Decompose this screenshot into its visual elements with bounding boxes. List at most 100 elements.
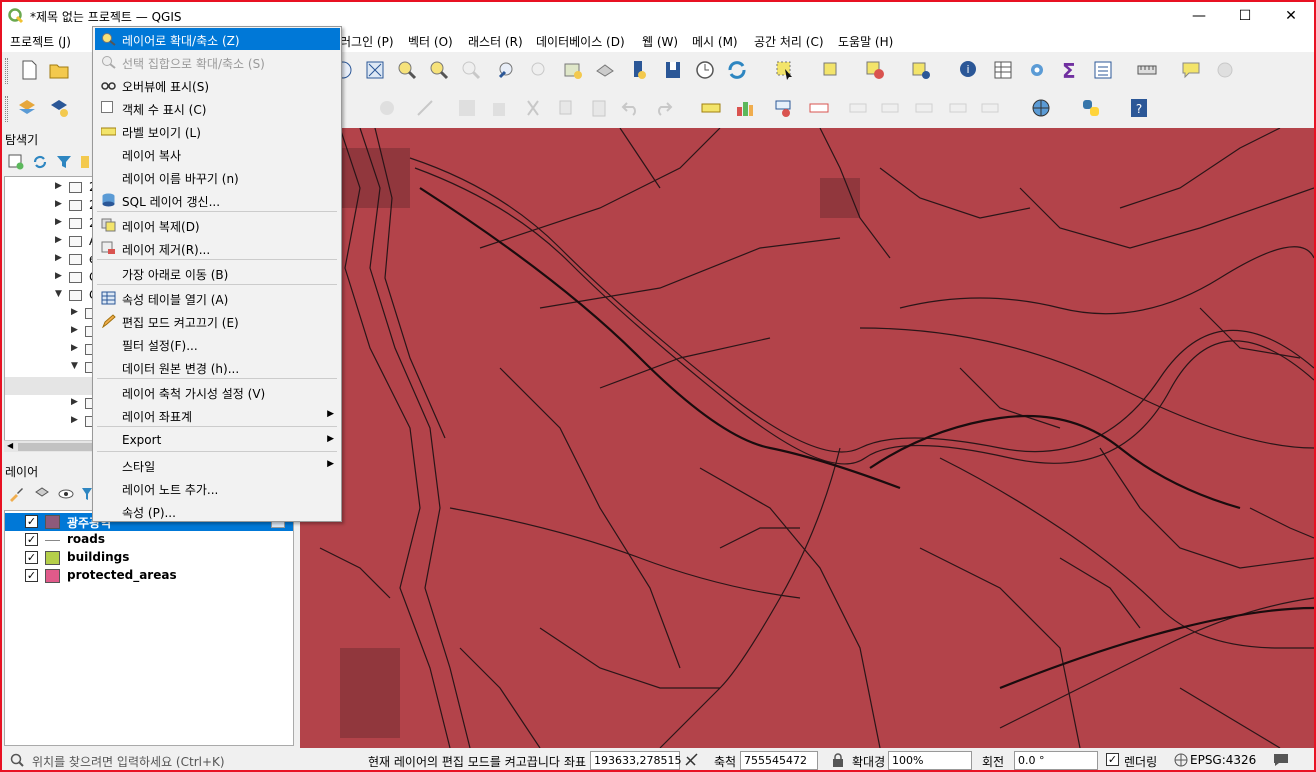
menu-scale-visibility[interactable]: 레이어 축척 가시성 설정 (V): [95, 381, 340, 403]
python-console-icon[interactable]: [1080, 97, 1102, 119]
save-edits-icon[interactable]: [456, 97, 478, 119]
menu-filter[interactable]: 필터 설정(F)...: [95, 333, 340, 355]
select-features-icon[interactable]: [774, 59, 796, 81]
magnifier-spinbox[interactable]: 100%: [888, 751, 972, 770]
menu-rename-layer[interactable]: 레이어 이름 바꾸기 (n): [95, 166, 340, 188]
lock-icon[interactable]: [832, 753, 844, 767]
menu-copy-layer[interactable]: 레이어 복사: [95, 143, 340, 165]
help-icon[interactable]: ?: [1128, 97, 1150, 119]
menu-duplicate-layer[interactable]: 레이어 복제(D): [95, 214, 340, 236]
menu-vector[interactable]: 벡터 (O): [408, 33, 453, 50]
paste-icon[interactable]: [588, 97, 610, 119]
menu-help[interactable]: 도움말 (H): [838, 33, 893, 50]
data-source-manager-icon[interactable]: [16, 97, 38, 119]
attribute-table-icon[interactable]: [992, 59, 1014, 81]
globe-plugin-icon[interactable]: [1030, 97, 1052, 119]
menu-export[interactable]: Export ▶: [95, 429, 340, 451]
menu-project[interactable]: 프로젝트 (J): [10, 33, 71, 50]
redo-icon[interactable]: [652, 97, 674, 119]
close-button[interactable]: ✕: [1268, 2, 1314, 30]
menu-zoom-to-selection[interactable]: 선택 집합으로 확대/축소 (S): [95, 51, 340, 73]
refresh-browser-icon[interactable]: [32, 154, 48, 170]
open-project-icon[interactable]: [48, 59, 70, 81]
measure-line-icon[interactable]: [1136, 59, 1158, 81]
show-location-icon[interactable]: [910, 59, 932, 81]
menu-show-labels[interactable]: 라벨 보이기 (L): [95, 120, 340, 142]
map-canvas[interactable]: [300, 128, 1314, 748]
menu-move-to-bottom[interactable]: 가장 아래로 이동 (B): [95, 262, 340, 284]
menu-add-layer-notes[interactable]: 레이어 노트 추가...: [95, 477, 340, 499]
rotation-spinbox[interactable]: 0.0 °: [1014, 751, 1098, 770]
menu-mesh[interactable]: 메시 (M): [692, 33, 738, 50]
show-bookmarks-icon[interactable]: [594, 59, 616, 81]
checkbox-icon[interactable]: [101, 101, 113, 113]
menu-show-in-overview[interactable]: 오버뷰에 표시(S): [95, 74, 340, 96]
add-icon[interactable]: [8, 154, 24, 170]
menu-zoom-to-layer[interactable]: 레이어로 확대/축소 (Z): [95, 28, 340, 50]
layer-checkbox[interactable]: ✓: [25, 569, 38, 582]
menu-database[interactable]: 데이터베이스 (D): [536, 33, 625, 50]
visibility-eye-icon[interactable]: [58, 486, 74, 502]
attributes-list-icon[interactable]: [1092, 59, 1114, 81]
menu-web[interactable]: 웹 (W): [642, 33, 678, 50]
crs-globe-icon[interactable]: [1174, 753, 1188, 767]
menu-change-data-source[interactable]: 데이터 원본 변경 (h)...: [95, 356, 340, 378]
digitize-icon[interactable]: [376, 97, 398, 119]
locator-search-input[interactable]: 위치를 찾으려면 입력하세요 (Ctrl+K): [32, 753, 225, 770]
zoom-full-icon[interactable]: [364, 59, 386, 81]
new-layer-icon[interactable]: [48, 97, 70, 119]
menu-open-attribute-table[interactable]: 속성 테이블 열기 (A): [95, 287, 340, 309]
filter-icon[interactable]: [56, 154, 72, 170]
vertex-tool-icon[interactable]: [414, 97, 436, 119]
refresh-icon[interactable]: [726, 59, 748, 81]
highlight-labels-icon[interactable]: [808, 97, 830, 119]
collapse-icon[interactable]: [80, 154, 90, 170]
statistics-sigma-icon[interactable]: Σ: [1058, 59, 1080, 81]
copy-icon[interactable]: [556, 97, 578, 119]
diagram-options-icon[interactable]: [734, 97, 756, 119]
zoom-native-icon[interactable]: [460, 59, 482, 81]
undo-icon[interactable]: [620, 97, 642, 119]
menu-properties[interactable]: 속성 (P)...: [95, 500, 340, 522]
show-hide-labels-icon[interactable]: [880, 97, 902, 119]
new-map-view-icon[interactable]: [628, 59, 650, 81]
layers-list[interactable]: ✓ 광주광역 ✓ roads ✓ buildings ✓ protected_a…: [4, 510, 294, 746]
label-toolbar-icon[interactable]: [700, 97, 722, 119]
maximize-button[interactable]: ☐: [1222, 2, 1268, 30]
temporal-controller-icon[interactable]: [694, 59, 716, 81]
move-label-icon[interactable]: [848, 97, 870, 119]
zoom-last-icon[interactable]: [496, 59, 518, 81]
rotate-label-icon[interactable]: [914, 97, 936, 119]
select-value-icon[interactable]: [820, 59, 842, 81]
unpin-label-icon[interactable]: [980, 97, 1002, 119]
deselect-icon[interactable]: [864, 59, 886, 81]
toolbar-grip-2[interactable]: [5, 96, 8, 122]
minimize-button[interactable]: —: [1176, 2, 1222, 30]
render-checkbox[interactable]: ✓: [1106, 753, 1119, 766]
map-3d-icon[interactable]: [662, 59, 684, 81]
layer-checkbox[interactable]: ✓: [25, 551, 38, 564]
menu-update-sql-layer[interactable]: SQL 레이어 갱신...: [95, 189, 340, 211]
cut-icon[interactable]: [522, 97, 544, 119]
filter-legend-icon[interactable]: [82, 486, 92, 502]
add-group-icon[interactable]: [34, 486, 50, 502]
change-label-icon[interactable]: [948, 97, 970, 119]
delete-selected-icon[interactable]: [488, 97, 510, 119]
styling-brush-icon[interactable]: [8, 486, 24, 502]
identify-icon[interactable]: i: [958, 59, 980, 81]
zoom-next-icon[interactable]: [528, 59, 550, 81]
layer-row[interactable]: ✓ roads: [5, 531, 293, 549]
pin-labels-icon[interactable]: [774, 97, 796, 119]
coordinate-toggle-icon[interactable]: [684, 752, 700, 768]
toolbar-grip[interactable]: [5, 58, 8, 84]
menu-processing[interactable]: 공간 처리 (C): [754, 33, 824, 50]
scroll-left-icon[interactable]: ◀: [7, 441, 13, 450]
menu-raster[interactable]: 래스터 (R): [468, 33, 523, 50]
messages-icon[interactable]: [1272, 752, 1290, 768]
menu-layer-crs[interactable]: 레이어 좌표계 ▶: [95, 404, 340, 426]
processing-toolbox-icon[interactable]: [1026, 59, 1048, 81]
new-project-icon[interactable]: [18, 59, 40, 81]
menu-plugins[interactable]: 러그인 (P): [340, 33, 394, 50]
scale-combo[interactable]: 755545472: [740, 751, 818, 770]
layer-row[interactable]: ✓ buildings: [5, 549, 293, 567]
